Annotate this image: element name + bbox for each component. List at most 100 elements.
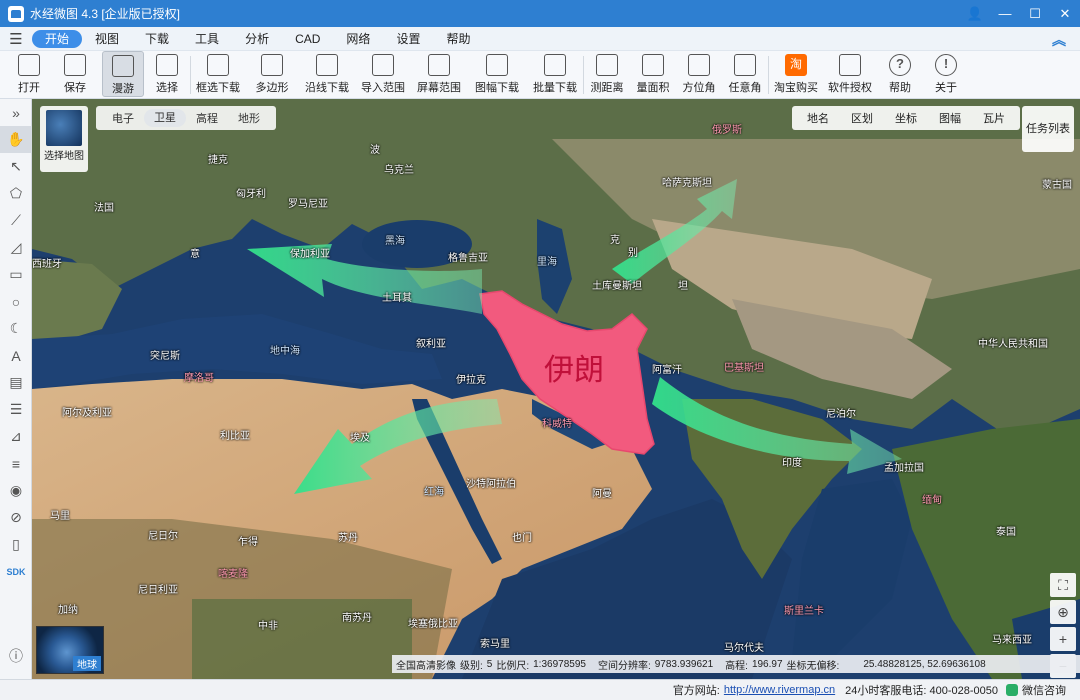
map-label-libya: 利比亚 bbox=[220, 431, 250, 442]
polyline-tool-icon[interactable]: ⟋ bbox=[0, 207, 32, 234]
map-label-kuwait: 科威特 bbox=[542, 419, 572, 430]
azimuth-icon bbox=[688, 54, 710, 76]
help-button[interactable]: ? 帮助 bbox=[877, 51, 923, 97]
layer-tool-icon[interactable]: ☰ bbox=[0, 396, 32, 423]
hamburger-menu-icon[interactable]: ☰ bbox=[0, 30, 32, 48]
text-tool-icon[interactable]: A bbox=[0, 342, 32, 369]
map-thumbnail bbox=[46, 110, 82, 146]
area-tool-icon[interactable]: ◿ bbox=[0, 234, 32, 261]
menu-cad[interactable]: CAD bbox=[282, 30, 333, 48]
sheet-download-button[interactable]: 图幅下载 bbox=[467, 51, 527, 97]
map-label-spain: 西班牙 bbox=[32, 259, 62, 270]
map-type-satellite[interactable]: 卫星 bbox=[144, 109, 186, 127]
ruler-tool-icon[interactable]: ▤ bbox=[0, 369, 32, 396]
link-tool-icon[interactable]: ⊘ bbox=[0, 504, 32, 531]
map-label-chad: 乍得 bbox=[238, 537, 258, 548]
sdk-icon[interactable]: SDK bbox=[0, 558, 32, 585]
map-label-caspian: 里海 bbox=[537, 257, 557, 268]
profile-tool-icon[interactable]: ≡ bbox=[0, 450, 32, 477]
ribbon-toolbar: 打开 保存 漫游 选择 框选下载 多边形 沿线下载 导入范围 屏幕范围 图幅下载… bbox=[0, 51, 1080, 99]
line-download-button[interactable]: 沿线下载 bbox=[299, 51, 355, 97]
batch-download-button[interactable]: 批量下载 bbox=[527, 51, 583, 97]
map-label-maldives: 马尔代夫 bbox=[724, 643, 764, 654]
map-label-india: 印度 bbox=[782, 458, 802, 469]
map-label-ke: 克 bbox=[610, 235, 620, 246]
hand-tool-icon[interactable]: ✋ bbox=[0, 126, 32, 153]
globe-label: 地球 bbox=[73, 656, 101, 671]
close-button[interactable]: ✕ bbox=[1050, 0, 1080, 27]
menu-network[interactable]: 网络 bbox=[333, 30, 383, 48]
polygon-tool-icon[interactable]: ⬠ bbox=[0, 180, 32, 207]
left-tool-strip: » ✋ ↖ ⬠ ⟋ ◿ ▭ ○ ☾ A ▤ ☰ ⊿ ≡ ◉ ⊘ ▯ SDK ⓘ bbox=[0, 99, 32, 679]
azimuth-button[interactable]: 方位角 bbox=[676, 51, 722, 97]
layer-sheets[interactable]: 图幅 bbox=[928, 110, 972, 126]
map-canvas[interactable]: 俄罗斯 波 乌克兰 捷克 匈牙利 罗马尼亚 法国 哈萨克斯坦 蒙古国 黑海 意 … bbox=[32, 99, 1080, 679]
task-list-button[interactable]: 任务列表 bbox=[1022, 106, 1074, 152]
layer-place-names[interactable]: 地名 bbox=[796, 110, 840, 126]
box-download-icon bbox=[207, 54, 229, 76]
map-label-black-sea: 黑海 bbox=[385, 236, 405, 247]
open-button[interactable]: 打开 bbox=[6, 51, 52, 97]
map-label-tunisia: 突尼斯 bbox=[150, 351, 180, 362]
screen-range-button[interactable]: 屏幕范围 bbox=[411, 51, 467, 97]
about-button[interactable]: ! 关于 bbox=[923, 51, 969, 97]
taobao-buy-button[interactable]: 淘淘宝购买 bbox=[769, 51, 823, 97]
zoom-in-button[interactable]: + bbox=[1050, 627, 1076, 651]
crescent-tool-icon[interactable]: ☾ bbox=[0, 315, 32, 342]
save-button[interactable]: 保存 bbox=[52, 51, 98, 97]
website-link[interactable]: http://www.rivermap.cn bbox=[724, 684, 835, 696]
help-circle-icon[interactable]: ⓘ bbox=[0, 642, 32, 669]
measure-tool-icon[interactable]: ⊿ bbox=[0, 423, 32, 450]
angle-icon bbox=[734, 54, 756, 76]
device-tool-icon[interactable]: ▯ bbox=[0, 531, 32, 558]
rectangle-tool-icon[interactable]: ▭ bbox=[0, 261, 32, 288]
map-label-ukraine: 乌克兰 bbox=[384, 165, 414, 176]
measure-distance-button[interactable]: 测距离 bbox=[584, 51, 630, 97]
layer-coordinates[interactable]: 坐标 bbox=[884, 110, 928, 126]
license-button[interactable]: 软件授权 bbox=[823, 51, 877, 97]
expand-icon[interactable]: » bbox=[0, 99, 32, 126]
batch-icon bbox=[544, 54, 566, 76]
map-label-malaysia: 马来西亚 bbox=[992, 635, 1032, 646]
menu-settings[interactable]: 设置 bbox=[383, 30, 433, 48]
maximize-button[interactable]: ☐ bbox=[1020, 0, 1050, 27]
map-type-elevation[interactable]: 高程 bbox=[186, 110, 228, 126]
box-download-button[interactable]: 框选下载 bbox=[191, 51, 245, 97]
any-angle-button[interactable]: 任意角 bbox=[722, 51, 768, 97]
lock-icon bbox=[839, 54, 861, 76]
locate-icon[interactable]: ⊕ bbox=[1050, 600, 1076, 624]
pan-button[interactable]: 漫游 bbox=[102, 51, 144, 97]
menu-bar: ☰ 开始 视图 下载 工具 分析 CAD 网络 设置 帮助 ︽ bbox=[0, 27, 1080, 51]
measure-area-button[interactable]: 量面积 bbox=[630, 51, 676, 97]
map-info-bar: 全国高清影像 级别: 5 比例尺: 1:36978595 空间分辨率: 9783… bbox=[392, 655, 1080, 673]
layer-tiles[interactable]: 瓦片 bbox=[972, 110, 1016, 126]
minimize-button[interactable]: — bbox=[990, 0, 1020, 27]
map-type-electronic[interactable]: 电子 bbox=[102, 110, 144, 126]
map-label-afghanistan: 阿富汗 bbox=[652, 365, 682, 376]
wechat-consult-link[interactable]: 微信咨询 bbox=[1022, 682, 1066, 698]
map-label-bie: 别 bbox=[628, 248, 638, 259]
collapse-ribbon-icon[interactable]: ︽ bbox=[1052, 30, 1066, 50]
menu-download[interactable]: 下载 bbox=[132, 30, 182, 48]
select-button[interactable]: 选择 bbox=[144, 51, 190, 97]
app-tool-icon[interactable]: ◉ bbox=[0, 477, 32, 504]
zoom-level-value: 5 bbox=[486, 658, 493, 670]
imagery-source: 全国高清影像 bbox=[396, 660, 456, 672]
pointer-tool-icon[interactable]: ↖ bbox=[0, 153, 32, 180]
layer-divisions[interactable]: 区划 bbox=[840, 110, 884, 126]
map-type-terrain[interactable]: 地形 bbox=[228, 110, 270, 126]
fullscreen-icon[interactable]: ⛶ bbox=[1050, 573, 1076, 597]
menu-help[interactable]: 帮助 bbox=[433, 30, 483, 48]
user-icon[interactable]: 👤 bbox=[960, 0, 990, 27]
map-label-iraq: 伊拉克 bbox=[456, 375, 486, 386]
menu-tools[interactable]: 工具 bbox=[182, 30, 232, 48]
select-map-button[interactable]: 选择地图 bbox=[40, 106, 88, 172]
menu-start[interactable]: 开始 bbox=[32, 29, 83, 48]
circle-tool-icon[interactable]: ○ bbox=[0, 288, 32, 315]
globe-overview[interactable]: 地球 bbox=[36, 626, 104, 674]
menu-view[interactable]: 视图 bbox=[82, 30, 132, 48]
polygon-button[interactable]: 多边形 bbox=[245, 51, 299, 97]
import-range-button[interactable]: 导入范围 bbox=[355, 51, 411, 97]
menu-analysis[interactable]: 分析 bbox=[232, 30, 282, 48]
cursor-icon bbox=[156, 54, 178, 76]
